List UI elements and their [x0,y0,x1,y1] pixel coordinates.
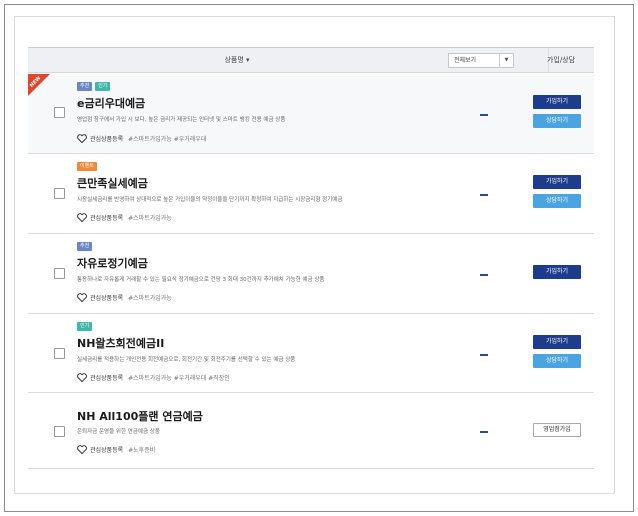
product-tags: #스마트가입가능 #우거래우대 #직장인 [128,375,230,382]
popular-badge: 인기 [77,322,93,331]
new-ribbon: NEW [28,74,58,104]
consult-button[interactable]: 상담하기 [533,194,581,208]
product-row-free-time-deposit: 추천 자유로정기예금 통장하나로 자유롭게 거래할 수 있는 필요식 정기예금으… [28,235,594,314]
product-checkbox[interactable] [54,188,65,199]
interest-rate [480,114,488,116]
recommend-badge: 추천 [77,82,93,91]
product-tags: #스마트가입가능 #우거래우대 [128,136,207,143]
product-title[interactable]: NH왈츠회전예금II [77,335,164,351]
product-row-nh-waltz: 인기 NH왈츠회전예금II 실세금리를 적용하는 개인전용 회전예금으로, 회전… [28,315,594,393]
filter-select-value: 전체보기 [454,57,477,64]
product-title[interactable]: 자유로정기예금 [77,255,148,271]
product-description: 은퇴자금 운영을 위한 연금예금 상품 [77,429,160,435]
branch-join-button[interactable]: 영업점가입 [533,423,581,437]
interest-register-link[interactable]: 관심상품등록 [90,373,123,382]
join-consult-header: 가입/상담 [546,56,576,64]
interest-rate [480,194,488,196]
interest-rate [480,431,488,433]
filter-select[interactable]: 전체보기 ▼ [448,53,514,68]
product-description: 통장하나로 자유롭게 거래할 수 있는 필요식 정기예금으로 건당 3 회대 3… [77,277,325,283]
product-row-nh-all100: NH All100플랜 연금예금 은퇴자금 운영을 위한 연금예금 상품 관심상… [28,394,594,469]
product-description: 시장실세금리를 반영하여 상대적으로 높은 가입이율의 약정이율을 단기까지 확… [77,197,343,203]
product-description: 실세금리를 적용하는 개인전용 회전예금으로, 회전기간 및 회전주기를 선택할… [77,357,296,363]
heart-icon[interactable] [77,293,87,302]
product-checkbox[interactable] [54,426,65,437]
product-checkbox[interactable] [54,107,65,118]
consult-button[interactable]: 상담하기 [533,114,581,128]
product-name-sort[interactable]: 상품명 ▾ [28,48,446,72]
product-row-big-satisfaction: 이벤트 큰만족실세예금 시장실세금리를 반영하여 상대적으로 높은 가입이율의 … [28,155,594,234]
recommend-badge: 추천 [77,242,93,251]
popular-badge: 인기 [95,82,111,91]
heart-icon[interactable] [77,134,87,143]
product-checkbox[interactable] [54,268,65,279]
join-button[interactable]: 가입하기 [533,265,581,279]
product-checkbox[interactable] [54,348,65,359]
chevron-down-icon: ▼ [499,54,513,67]
heart-icon[interactable] [77,213,87,222]
list-header: 상품명 ▾ 전체보기 ▼ 가입/상담 [28,47,594,73]
heart-icon[interactable] [77,445,87,454]
interest-register-link[interactable]: 관심상품등록 [90,293,123,302]
interest-rate [480,354,488,356]
product-title[interactable]: e금리우대예금 [77,95,145,111]
product-description: 영업점 창구에서 가입 시 보다, 높은 금리가 제공되는 인터넷 및 스마트 … [77,117,286,123]
join-button[interactable]: 가입하기 [533,95,581,109]
join-button[interactable]: 가입하기 [533,175,581,189]
heart-icon[interactable] [77,373,87,382]
consult-button[interactable]: 상담하기 [533,354,581,368]
product-title[interactable]: NH All100플랜 연금예금 [77,408,203,424]
interest-register-link[interactable]: 관심상품등록 [90,445,123,454]
product-tags: #스마트가입가능 [128,215,172,222]
event-badge: 이벤트 [77,162,97,171]
product-tags: #노후준비 [128,447,156,454]
join-button[interactable]: 가입하기 [533,335,581,349]
product-tags: #스마트가입가능 [128,295,172,302]
interest-rate [480,274,488,276]
product-row-e-deposit: NEW 추천 인기 e금리우대예금 영업점 창구에서 가입 시 보다, 높은 금… [28,74,594,154]
product-title[interactable]: 큰만족실세예금 [77,175,148,191]
interest-register-link[interactable]: 관심상품등록 [90,213,123,222]
interest-register-link[interactable]: 관심상품등록 [90,134,123,143]
